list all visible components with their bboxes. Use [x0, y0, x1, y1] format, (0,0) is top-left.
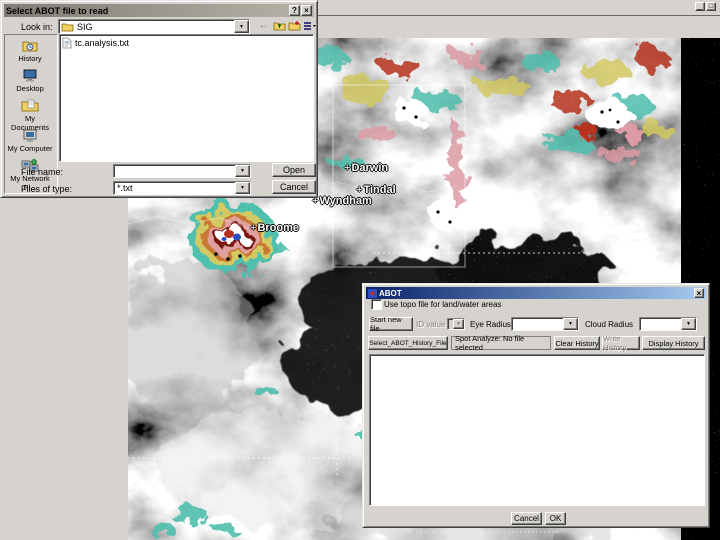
city-marker-icon: + [250, 222, 257, 234]
ok-button[interactable]: OK [545, 512, 566, 525]
eye-radius-combobox[interactable]: ▼ [511, 317, 579, 331]
back-button[interactable]: ← [256, 18, 271, 32]
application-window: _ □ +Darwin +Tindal +Wyndham +Broome Sel… [0, 0, 720, 540]
history-list[interactable] [369, 354, 705, 506]
look-in-combobox[interactable]: SIG ▼ [58, 19, 250, 34]
clear-history-label: Clear History [555, 338, 599, 348]
history-icon [22, 41, 38, 52]
file-dialog-titlebar[interactable]: Select ABOT file to read ? × [4, 4, 314, 17]
open-button[interactable]: Open [272, 163, 316, 177]
files-of-type-dropdown-button[interactable]: ▼ [235, 182, 250, 194]
minimize-icon: _ [698, 3, 702, 10]
id-value-label: ID value [416, 320, 446, 329]
close-icon: × [304, 6, 309, 15]
spot-analyze-status-text: Spot Analyze: No file selected [455, 334, 525, 352]
spot-analyze-status: Spot Analyze: No file selected [451, 334, 551, 352]
minimize-button[interactable]: _ [695, 2, 705, 11]
abot-app-icon [368, 288, 377, 298]
cancel-button[interactable]: Cancel [272, 180, 316, 194]
topo-file-checkbox-label: Use topo file for land/water areas [384, 300, 502, 309]
write-history-label: Write History [603, 334, 627, 352]
close-icon: × [696, 288, 702, 298]
place-history[interactable]: History [6, 38, 54, 67]
file-list[interactable]: tc.analysis.txt [59, 34, 314, 162]
close-button[interactable]: × [301, 5, 312, 16]
select-abot-history-file-button[interactable]: Select_ABOT_History_File [368, 336, 448, 350]
file-name-text: tc.analysis.txt [75, 38, 130, 48]
map-label-darwin: +Darwin [344, 162, 388, 174]
abot-cancel-label: Cancel [514, 514, 539, 523]
view-menu-icon [304, 21, 316, 30]
chevron-down-icon: ▼ [453, 319, 464, 329]
id-value-spinner: ▼ [447, 318, 465, 330]
new-folder-icon [288, 20, 301, 30]
look-in-label: Look in: [21, 22, 53, 32]
chevron-down-icon: ▼ [686, 321, 691, 327]
cloud-radius-label: Cloud Radius [585, 320, 634, 329]
file-name-dropdown-button[interactable]: ▼ [235, 165, 250, 177]
new-folder-button[interactable] [287, 18, 302, 32]
cancel-button[interactable]: Cancel [511, 512, 542, 525]
maximize-button[interactable]: □ [706, 2, 716, 11]
eye-radius-dropdown-button[interactable]: ▼ [563, 318, 578, 330]
place-my-computer[interactable]: My Computer [6, 128, 54, 157]
help-button[interactable]: ? [289, 5, 300, 16]
chevron-down-icon: ▼ [568, 321, 573, 327]
place-my-documents[interactable]: My Documents [6, 98, 54, 132]
maximize-icon: □ [708, 3, 714, 10]
chevron-down-icon: ▼ [239, 23, 244, 30]
abot-dialog-title: ABOT [379, 288, 402, 298]
clear-history-button[interactable]: Clear History [554, 336, 600, 350]
display-history-button[interactable]: Display History [642, 336, 705, 350]
view-menu-button[interactable] [302, 18, 318, 32]
place-desktop[interactable]: Desktop [6, 68, 54, 97]
folder-icon [61, 23, 74, 31]
my-computer-icon [23, 129, 37, 142]
city-name: Broome [257, 222, 299, 234]
back-arrow-icon: ← [258, 19, 269, 31]
place-label: History [18, 54, 42, 63]
open-button-label: Open [282, 165, 306, 175]
file-list-item[interactable]: tc.analysis.txt [60, 35, 313, 49]
display-history-label: Display History [648, 338, 699, 348]
write-history-button: Write History [602, 334, 640, 352]
look-in-value: SIG [77, 21, 93, 32]
files-of-type-label: Files of type: [21, 184, 73, 194]
up-folder-icon [273, 22, 286, 30]
cloud-radius-dropdown-button[interactable]: ▼ [681, 318, 696, 330]
topo-file-checkbox[interactable] [371, 299, 382, 310]
abot-dialog-titlebar[interactable]: ABOT × [366, 287, 706, 299]
chevron-down-icon: ▼ [240, 168, 245, 174]
map-label-wyndham: +Wyndham [312, 195, 372, 207]
abot-dialog: ABOT × Use topo file for land/water area… [362, 283, 710, 528]
start-new-file-label: Start new file [370, 315, 402, 333]
look-in-dropdown-button[interactable]: ▼ [234, 20, 249, 33]
eye-radius-label: Eye Radius [470, 320, 511, 329]
file-icon [62, 37, 72, 49]
files-of-type-combobox[interactable]: *.txt ▼ [113, 181, 251, 195]
chevron-down-glyph: ▼ [456, 321, 461, 327]
city-marker-icon: + [344, 162, 351, 174]
file-name-label: File name: [21, 167, 64, 177]
up-one-level-button[interactable] [272, 18, 287, 32]
place-label: My Computer [7, 144, 53, 153]
chevron-down-icon: ▼ [240, 185, 245, 191]
map-label-broome: +Broome [250, 222, 299, 234]
cancel-button-label: Cancel [279, 182, 308, 192]
place-label: Desktop [16, 84, 44, 93]
start-new-file-button[interactable]: Start new file [369, 315, 413, 333]
cloud-radius-combobox[interactable]: ▼ [639, 317, 697, 331]
city-name: Wyndham [319, 195, 372, 207]
close-button[interactable]: × [694, 288, 704, 298]
files-of-type-value: *.txt [117, 183, 133, 193]
select-history-label: Select_ABOT_History_File [369, 339, 447, 347]
my-documents-icon [21, 99, 39, 112]
abot-ok-label: OK [549, 514, 562, 523]
city-name: Darwin [351, 162, 389, 174]
select-abot-file-dialog: Select ABOT file to read ? × Look in: SI… [0, 0, 318, 198]
file-dialog-title: Select ABOT file to read [6, 5, 109, 16]
help-icon: ? [292, 6, 297, 15]
desktop-icon [23, 69, 37, 82]
file-name-combobox[interactable]: ▼ [113, 164, 251, 178]
